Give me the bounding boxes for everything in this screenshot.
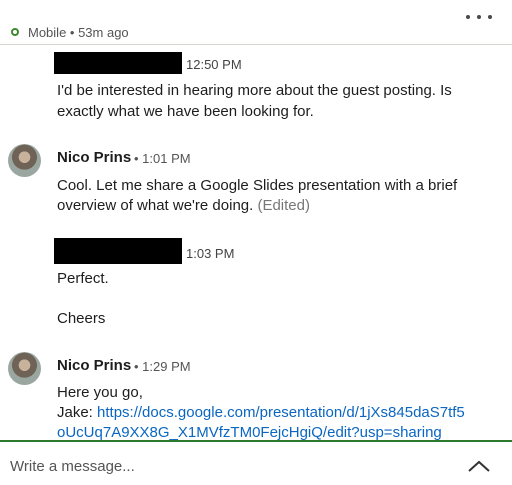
message-text: Jake: https://docs.google.com/presentati… xyxy=(57,402,465,423)
message-text: Perfect. xyxy=(57,270,109,287)
conversation-header: Mobile • 53m ago xyxy=(0,0,512,45)
redacted-sender-name xyxy=(54,52,182,74)
sender-name[interactable]: Nico Prins xyxy=(57,357,131,374)
message-composer xyxy=(0,440,512,485)
message-timestamp: 1:03 PM xyxy=(186,246,235,261)
online-status-icon xyxy=(11,28,19,36)
sender-name[interactable]: Nico Prins xyxy=(57,149,131,166)
message-text: overview of what we're doing. (Edited) xyxy=(57,195,310,216)
message-text-part: overview of what we're doing. xyxy=(57,197,254,214)
message-text: Cheers xyxy=(57,310,106,327)
avatar[interactable] xyxy=(8,144,41,177)
message-text: Here you go, xyxy=(57,384,143,401)
redacted-sender-name xyxy=(54,238,182,264)
message-timestamp: 12:50 PM xyxy=(186,57,242,72)
message-text-part: Jake: xyxy=(57,404,93,421)
message-timestamp: • 1:29 PM xyxy=(134,359,191,374)
shared-link[interactable]: https://docs.google.com/presentation/d/1… xyxy=(97,404,465,421)
edited-label: (Edited) xyxy=(257,197,310,214)
presence-status: Mobile • 53m ago xyxy=(28,25,129,40)
message-text: Cool. Let me share a Google Slides prese… xyxy=(57,177,458,194)
chevron-up-icon[interactable] xyxy=(468,460,490,472)
message-text: I'd be interested in hearing more about … xyxy=(57,82,452,99)
message-input[interactable] xyxy=(10,456,430,476)
message-timestamp: • 1:01 PM xyxy=(134,151,191,166)
message-text: exactly what we have been looking for. xyxy=(57,103,314,120)
avatar[interactable] xyxy=(8,352,41,385)
more-options-icon[interactable] xyxy=(466,12,492,22)
